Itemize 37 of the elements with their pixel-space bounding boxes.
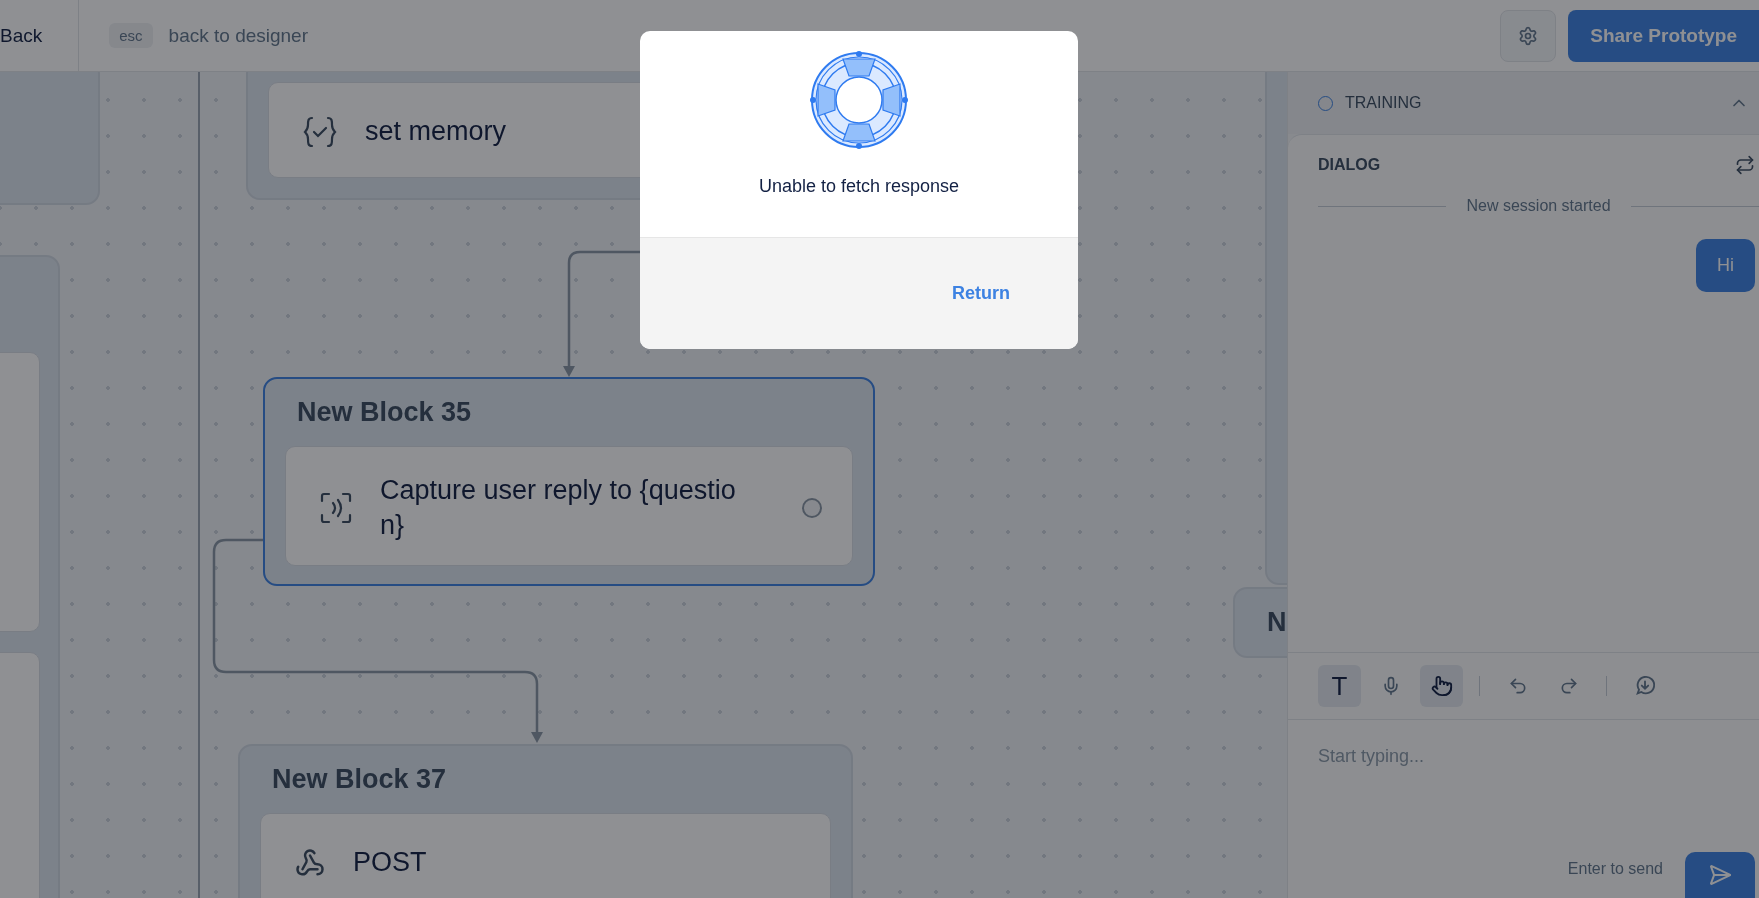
block-title: New Block 37 [271,764,448,795]
lifebuoy-icon [809,50,909,150]
back-link[interactable]: Back [0,0,80,71]
flow-block[interactable]: New Block 37 POST [238,744,853,898]
settings-icon [1518,25,1539,46]
refresh-icon[interactable] [1735,155,1755,175]
step-card[interactable]: POST [260,813,831,898]
send-icon [1708,863,1732,887]
block-title: New Block 35 [296,397,473,428]
session-divider-text: New session started [1466,197,1611,215]
button-mode-button[interactable] [1420,665,1463,707]
section-title: DIALOG [1318,156,1381,174]
flow-block[interactable]: New Block 35 Capture user reply to {question} [263,377,875,587]
settings-button[interactable] [1500,9,1557,62]
webhook-icon [295,848,325,878]
pointer-icon [1430,675,1453,697]
step-label: Capture user reply to {question} [380,474,737,543]
flow-block[interactable]: N [1233,587,1287,658]
hint-text: back to designer [168,24,308,47]
port-handle[interactable] [802,498,822,519]
step-label: POST [353,846,428,880]
braces-check-icon [303,115,337,149]
section-label: TRAINING [1345,94,1422,112]
block-title: N [1266,607,1287,638]
step-label: set memory [365,115,508,149]
capture-icon [320,492,352,525]
undo-icon [1507,676,1528,696]
send-hint: Enter to send [1567,860,1663,878]
message-input[interactable]: Start typing... [1288,720,1759,840]
step-card[interactable]: Capture user reply to {question} [285,446,853,567]
send-button[interactable] [1685,852,1755,898]
chat-bubble: Hi [1696,239,1755,292]
key-hint: esc [109,23,153,48]
return-button[interactable]: Return [946,282,1016,305]
download-chat-icon [1633,675,1656,697]
text-mode-button[interactable]: T [1318,665,1361,707]
error-message: Unable to fetch response [758,176,960,197]
